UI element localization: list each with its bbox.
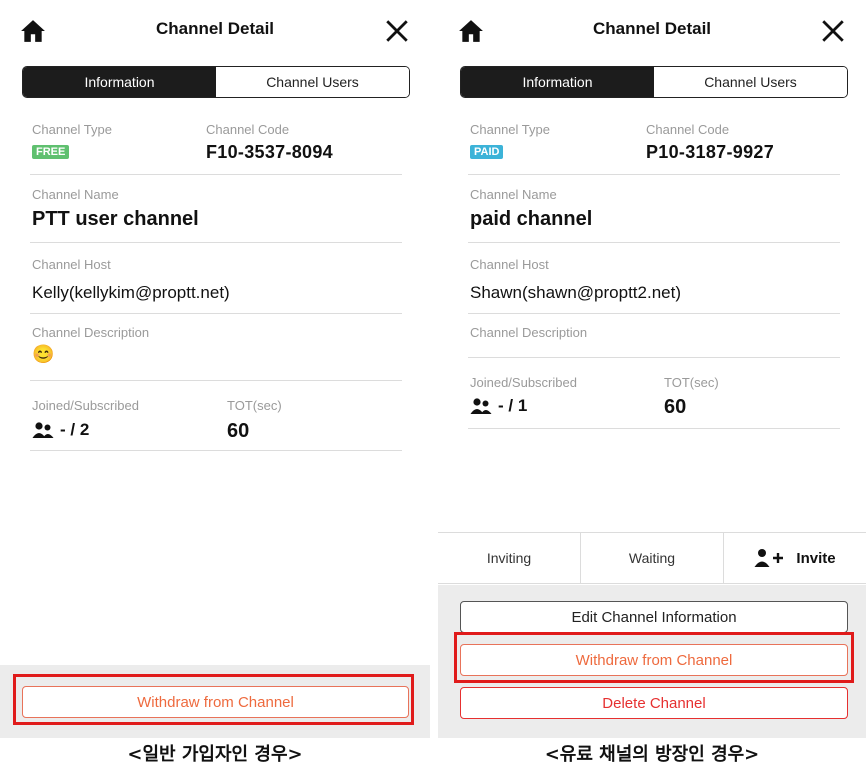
channel-code-label: Channel Code: [206, 122, 290, 137]
channel-name: paid channel: [470, 208, 593, 230]
divider: [468, 357, 840, 358]
tab-switcher: Information Channel Users: [22, 66, 410, 98]
channel-code: F10-3537-8094: [206, 142, 333, 162]
channel-type-badge: PAID: [470, 145, 504, 159]
add-user-icon: [754, 549, 784, 567]
channel-host: Shawn(shawn@proptt2.net): [470, 283, 681, 302]
tab-information[interactable]: Information: [461, 67, 654, 97]
channel-detail-free-member: Channel Detail Information Channel Users…: [0, 0, 430, 738]
channel-code: P10-3187-9927: [646, 142, 775, 162]
channel-description-label: Channel Description: [470, 325, 588, 340]
tot-value: 60: [664, 396, 687, 418]
divider: [468, 428, 840, 429]
channel-type-label: Channel Type: [470, 122, 550, 137]
divider: [30, 313, 402, 314]
channel-name-label: Channel Name: [470, 187, 557, 202]
channel-description-label: Channel Description: [32, 325, 150, 340]
divider: [468, 242, 840, 243]
tab-channel-users[interactable]: Channel Users: [654, 67, 847, 97]
channel-name-label: Channel Name: [32, 187, 119, 202]
divider: [30, 242, 402, 243]
divider: [30, 174, 402, 175]
highlight-box: [13, 674, 414, 725]
joined-value: - / 1: [470, 396, 527, 416]
tab-information[interactable]: Information: [23, 67, 216, 97]
top-bar: Channel Detail: [0, 0, 430, 62]
channel-name: PTT user channel: [32, 208, 199, 230]
user-actions-bar: Inviting Waiting Invite: [438, 532, 866, 584]
divider: [468, 174, 840, 175]
invite-button[interactable]: Invite: [724, 533, 866, 583]
divider: [468, 313, 840, 314]
waiting-tab[interactable]: Waiting: [581, 533, 724, 583]
tot-label: TOT(sec): [227, 398, 282, 413]
close-icon[interactable]: [820, 18, 846, 44]
top-bar: Channel Detail: [438, 0, 866, 62]
close-icon[interactable]: [384, 18, 410, 44]
joined-label: Joined/Subscribed: [470, 375, 577, 390]
invite-label: Invite: [796, 549, 836, 567]
page-title: Channel Detail: [155, 19, 275, 38]
caption-paid-owner: <유료 채널의 방장인 경우>: [544, 744, 760, 765]
delete-channel-button[interactable]: Delete Channel: [460, 687, 848, 719]
joined-value: - / 2: [32, 420, 89, 440]
caption-free-member: <일반 가입자인 경우>: [127, 744, 303, 765]
channel-type-label: Channel Type: [32, 122, 112, 137]
joined-count: - / 1: [498, 396, 528, 415]
tab-channel-users[interactable]: Channel Users: [216, 67, 409, 97]
people-icon: [470, 398, 492, 414]
inviting-tab[interactable]: Inviting: [438, 533, 581, 583]
channel-description: 😊: [32, 344, 55, 364]
tot-value: 60: [227, 420, 250, 442]
channel-type-badge: FREE: [32, 145, 70, 159]
highlight-box: [454, 632, 854, 683]
channel-host-label: Channel Host: [470, 257, 549, 272]
divider: [30, 450, 402, 451]
joined-count: - / 2: [60, 420, 90, 439]
tot-label: TOT(sec): [664, 375, 719, 390]
tab-switcher: Information Channel Users: [460, 66, 848, 98]
channel-host-label: Channel Host: [32, 257, 111, 272]
channel-host: Kelly(kellykim@proptt.net): [32, 283, 230, 302]
people-icon: [32, 422, 54, 438]
divider: [30, 380, 402, 381]
channel-code-label: Channel Code: [646, 122, 730, 137]
page-title: Channel Detail: [592, 19, 712, 38]
edit-channel-button[interactable]: Edit Channel Information: [460, 601, 848, 633]
channel-detail-paid-owner: Channel Detail Information Channel Users…: [438, 0, 866, 738]
joined-label: Joined/Subscribed: [32, 398, 139, 413]
